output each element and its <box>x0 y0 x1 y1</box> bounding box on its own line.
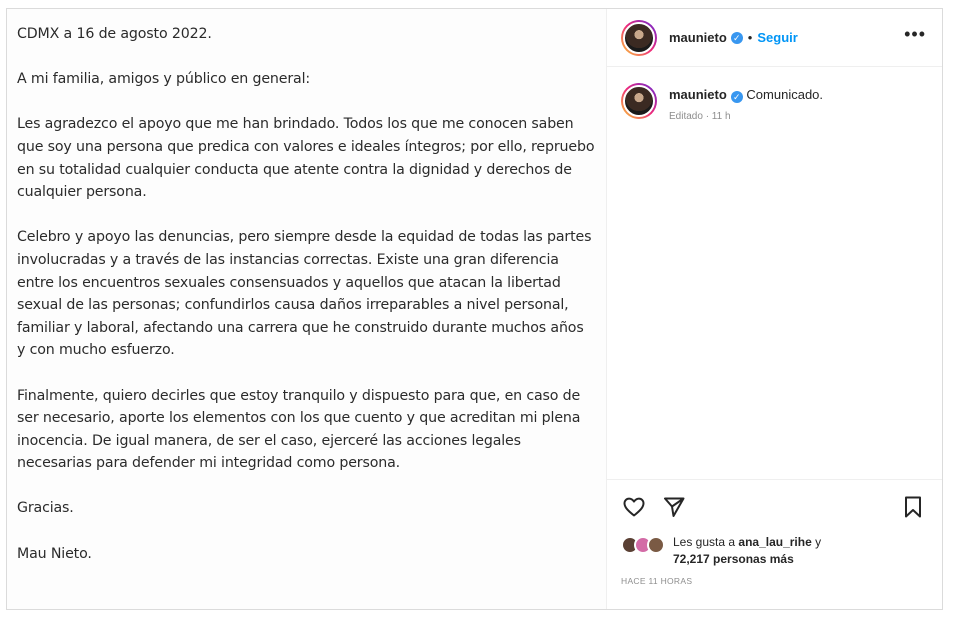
share-button[interactable] <box>661 494 687 520</box>
like-button[interactable] <box>621 494 647 520</box>
caption-meta: Editado · 11 h <box>669 111 731 122</box>
bookmark-icon <box>905 496 921 518</box>
letter-closing: Gracias. <box>17 500 74 517</box>
caption-body: maunieto ✓ Comunicado. Editado · 11 h <box>669 87 823 122</box>
caption-avatar[interactable] <box>621 83 657 119</box>
statement-letter: CDMX a 16 de agosto 2022. A mi familia, … <box>17 23 596 565</box>
likes-prefix: Les gusta a <box>673 535 736 549</box>
post-image-letter: CDMX a 16 de agosto 2022. A mi familia, … <box>7 9 606 609</box>
letter-paragraph-1: Les agradezco el apoyo que me han brinda… <box>17 116 595 201</box>
liker-avatars <box>621 536 665 554</box>
verified-badge-icon: ✓ <box>730 91 743 103</box>
caption-text: Comunicado. <box>746 87 824 102</box>
verified-badge-icon: ✓ <box>730 31 743 44</box>
more-options-icon[interactable]: ••• <box>904 25 926 43</box>
heart-icon <box>623 497 645 517</box>
post-header: maunieto ✓ • Seguir ••• <box>607 9 942 67</box>
likes-text: Les gusta a ana_lau_rihe y 72,217 person… <box>673 534 821 568</box>
avatar-image <box>623 21 655 54</box>
instagram-post: CDMX a 16 de agosto 2022. A mi familia, … <box>6 8 943 610</box>
likes-conjunction: y <box>815 535 822 549</box>
avatar[interactable] <box>621 19 657 56</box>
action-bar <box>621 494 928 520</box>
letter-signature: Mau Nieto. <box>17 545 92 562</box>
letter-salutation: A mi familia, amigos y público en genera… <box>17 71 310 88</box>
likes-count[interactable]: 72,217 personas más <box>673 552 794 566</box>
follow-button[interactable]: Seguir <box>757 30 797 45</box>
post-caption: maunieto ✓ Comunicado. Editado · 11 h <box>607 67 942 122</box>
letter-paragraph-3: Finalmente, quiero decirles que estoy tr… <box>17 387 581 472</box>
likes-summary: Les gusta a ana_lau_rihe y 72,217 person… <box>621 534 928 568</box>
caption-text-line: maunieto ✓ Comunicado. <box>669 87 823 103</box>
post-sidebar: maunieto ✓ • Seguir ••• maunieto ✓ Comuni… <box>606 9 942 609</box>
letter-date: CDMX a 16 de agosto 2022. <box>17 26 212 42</box>
header-username[interactable]: maunieto <box>669 30 727 45</box>
post-actions-area: Les gusta a ana_lau_rihe y 72,217 person… <box>607 479 942 609</box>
liker-avatar <box>647 536 665 554</box>
post-timestamp[interactable]: HACE 11 HORAS <box>621 576 928 586</box>
header-separator: • <box>747 30 753 45</box>
caption-avatar-image <box>623 85 655 117</box>
liker-username[interactable]: ana_lau_rihe <box>738 535 811 549</box>
save-button[interactable] <box>900 494 926 520</box>
letter-paragraph-2: Celebro y apoyo las denuncias, pero siem… <box>17 229 592 359</box>
paper-plane-icon <box>664 497 685 517</box>
caption-username[interactable]: maunieto <box>669 87 727 102</box>
